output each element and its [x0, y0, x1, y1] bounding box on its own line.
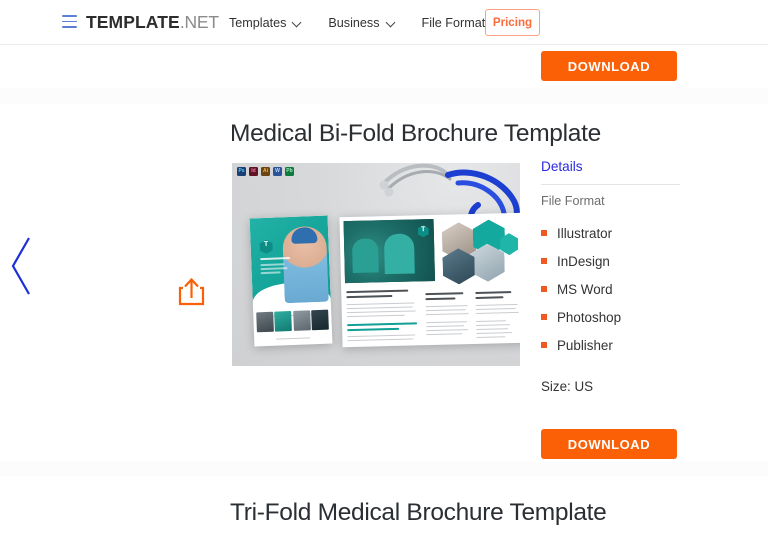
- format-label: InDesign: [557, 253, 610, 269]
- format-item-indesign[interactable]: InDesign: [541, 247, 621, 275]
- chevron-down-icon: [387, 19, 395, 27]
- nav-item-templates[interactable]: Templates: [229, 16, 315, 30]
- details-divider: [541, 184, 680, 185]
- format-item-publisher[interactable]: Publisher: [541, 331, 621, 359]
- format-label: Publisher: [557, 337, 613, 353]
- format-label: Photoshop: [557, 309, 622, 325]
- size-label: Size: US: [541, 379, 594, 394]
- photoshop-badge: Ps: [237, 167, 246, 176]
- brand-name-bold: TEMPLATE: [86, 12, 180, 32]
- publisher-badge: Pb: [285, 167, 294, 176]
- nav-label-file-formats: File Formats: [421, 15, 492, 30]
- hamburger-icon[interactable]: [62, 15, 77, 28]
- format-item-illustrator[interactable]: Illustrator: [541, 219, 621, 247]
- file-format-heading: File Format: [541, 194, 605, 208]
- site-logo[interactable]: TEMPLATE.NET: [86, 11, 219, 33]
- word-badge: W: [273, 167, 282, 176]
- chevron-down-icon: [293, 19, 301, 27]
- nav-label-templates: Templates: [229, 15, 287, 30]
- pricing-button[interactable]: Pricing: [485, 9, 540, 36]
- bullet-icon: [541, 314, 547, 320]
- bullet-icon: [541, 258, 547, 264]
- product-thumbnail[interactable]: Ps Id Ai W Pb: [232, 163, 520, 366]
- nav-item-business[interactable]: Business: [328, 16, 408, 30]
- format-label: Illustrator: [557, 225, 613, 241]
- format-item-ms-word[interactable]: MS Word: [541, 275, 621, 303]
- product-title: Medical Bi-Fold Brochure Template: [230, 120, 601, 147]
- next-product-title: Tri-Fold Medical Brochure Template: [230, 499, 607, 526]
- site-header: TEMPLATE.NET Templates Business File For…: [0, 0, 768, 45]
- download-button-top[interactable]: DOWNLOAD: [541, 51, 677, 81]
- background-band-2: [0, 462, 768, 476]
- format-badge-row: Ps Id Ai W Pb: [237, 167, 294, 176]
- file-format-list: Illustrator InDesign MS Word Photoshop P…: [541, 219, 621, 359]
- details-link[interactable]: Details: [541, 159, 583, 174]
- format-label: MS Word: [557, 281, 613, 297]
- bullet-icon: [541, 342, 547, 348]
- page-root: TEMPLATE.NET Templates Business File For…: [0, 0, 768, 535]
- brochure-cover-page: [249, 215, 333, 347]
- illustrator-badge: Ai: [261, 167, 270, 176]
- share-upload-icon[interactable]: [178, 277, 205, 307]
- download-button-product[interactable]: DOWNLOAD: [541, 429, 677, 459]
- brochure-inner-page: [339, 212, 520, 348]
- cover-photo-strip: [256, 309, 329, 333]
- format-item-photoshop[interactable]: Photoshop: [541, 303, 621, 331]
- indesign-badge: Id: [249, 167, 258, 176]
- inner-hexagon-photos: [440, 219, 520, 287]
- bullet-icon: [541, 230, 547, 236]
- cover-photo-nurse: [281, 225, 329, 304]
- background-band-1: [0, 88, 768, 104]
- brand-name-light: .NET: [179, 12, 219, 32]
- bullet-icon: [541, 286, 547, 292]
- chevron-left-icon[interactable]: [10, 236, 32, 296]
- nav-label-business: Business: [328, 15, 380, 30]
